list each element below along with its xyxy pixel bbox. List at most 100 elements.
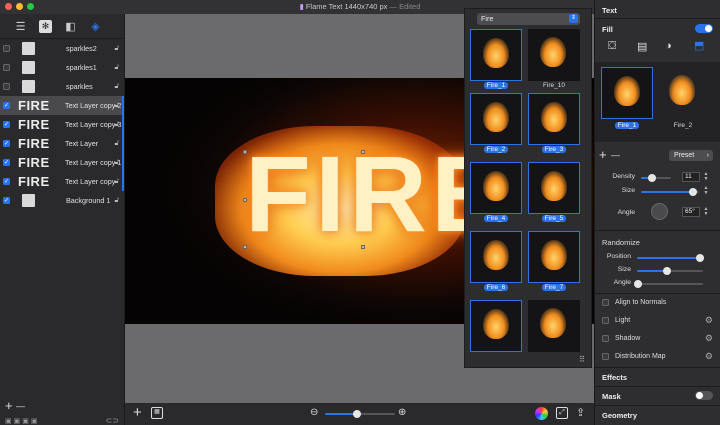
option-checkbox[interactable] (602, 317, 609, 324)
layer-visibility-checkbox[interactable] (3, 83, 10, 90)
layer-row[interactable]: ✓ FIRE Text Layer copy 1 🔓︎ (0, 153, 124, 172)
paint-bucket-icon[interactable]: ⛋ (608, 40, 616, 53)
flame-thumbnail (541, 240, 567, 270)
gradient-icon[interactable]: ◑ (665, 40, 672, 52)
density-slider[interactable] (641, 174, 671, 182)
selection-handle[interactable] (243, 150, 247, 154)
rand-angle-slider[interactable] (634, 280, 703, 288)
layer-row[interactable]: ✓ FIRE Text Layer copy 🔓︎ (0, 172, 124, 191)
brush-cell[interactable] (528, 162, 580, 214)
add-icon[interactable]: + (133, 404, 142, 421)
option-row[interactable]: Shadow (602, 335, 640, 342)
layer-row[interactable]: sparkles1 🔓︎ (0, 58, 124, 77)
brush-icon[interactable]: ⬒ (694, 39, 704, 52)
layer-visibility-checkbox[interactable]: ✓ (3, 121, 10, 128)
layer-visibility-checkbox[interactable] (3, 45, 10, 52)
lock-icon[interactable]: 🔓︎ (114, 44, 119, 53)
selection-handle[interactable] (243, 245, 247, 249)
share-icon[interactable]: ⇪ (576, 406, 585, 419)
layer-visibility-checkbox[interactable]: ✓ (3, 140, 10, 147)
rand-position-slider[interactable] (637, 254, 704, 262)
brush-cell[interactable] (470, 231, 522, 283)
category-select[interactable]: Fire ⇕ (477, 13, 580, 25)
angle-field[interactable]: 65° (682, 207, 700, 217)
lock-icon[interactable]: 🔓︎ (114, 158, 119, 167)
brush-fire-2[interactable] (657, 67, 709, 119)
lock-icon[interactable]: 🔓︎ (114, 63, 119, 72)
stack-icon[interactable]: ◈ (89, 20, 102, 33)
settings-icon[interactable]: ✻ (39, 19, 52, 33)
size-slider[interactable] (641, 188, 699, 196)
remove-layer-button[interactable]: — (16, 401, 25, 411)
brush-fire-1[interactable] (601, 67, 653, 119)
zoom-in-icon[interactable]: ⊕ (398, 407, 406, 418)
lock-icon[interactable]: 🔓︎ (114, 139, 119, 148)
brush-cell[interactable] (528, 29, 580, 81)
effects-header[interactable]: Effects (602, 373, 627, 382)
option-row[interactable]: Light (602, 317, 630, 324)
angle-stepper[interactable]: ▲ ▼ (703, 207, 709, 217)
option-checkbox[interactable] (602, 299, 609, 306)
brush-cell[interactable] (470, 29, 522, 81)
layer-row[interactable]: sparkles 🔓︎ (0, 77, 124, 96)
option-checkbox[interactable] (602, 335, 609, 342)
size-stepper[interactable]: ▲ ▼ (703, 186, 709, 196)
density-stepper[interactable]: ▲ ▼ (703, 172, 709, 182)
selection-handle[interactable] (361, 150, 365, 154)
brush-cell-label: Fire_4 (483, 215, 509, 222)
gear-icon[interactable]: ⚙ (705, 351, 713, 362)
preset-button[interactable]: Preset › (669, 150, 713, 161)
zoom-slider[interactable] (325, 410, 395, 418)
option-row[interactable]: Distribution Map (602, 353, 666, 360)
layer-visibility-checkbox[interactable]: ✓ (3, 102, 10, 109)
layer-row[interactable]: ✓ FIRE Text Layer 🔓︎ (0, 134, 124, 153)
brush-cell[interactable] (470, 300, 522, 352)
add-layer-button[interactable]: + (5, 398, 13, 413)
layer-thumbnail: FIRE (18, 136, 50, 151)
layer-actions-icon[interactable]: ▣▣▣▣ (5, 417, 39, 425)
density-field[interactable]: 11 (682, 172, 700, 182)
layer-row[interactable]: ✓ Background 1 🔓︎ (0, 191, 124, 210)
divider (595, 367, 720, 368)
panel-toolbar: ☰ ✻ ◧ ◈ (0, 14, 124, 39)
link-icon[interactable]: ⊂⊃ (106, 416, 119, 425)
grid-size-icon[interactable]: ⠿ (579, 355, 585, 364)
shapes-icon[interactable]: ◧ (64, 20, 77, 33)
layers-list-icon[interactable]: ☰ (14, 20, 27, 33)
lock-icon[interactable]: 🔓︎ (114, 120, 119, 129)
layer-row[interactable]: sparkles2 🔓︎ (0, 39, 124, 58)
layer-visibility-checkbox[interactable]: ✓ (3, 197, 10, 204)
selection-handle[interactable] (361, 245, 365, 249)
brush-cell[interactable] (528, 300, 580, 352)
brush-cell[interactable] (528, 231, 580, 283)
rand-size-slider[interactable] (637, 267, 703, 275)
angle-dial[interactable] (651, 203, 668, 220)
option-checkbox[interactable] (602, 353, 609, 360)
lock-icon[interactable]: 🔓︎ (114, 101, 119, 110)
brush-cell[interactable] (470, 162, 522, 214)
color-wheel-icon[interactable] (535, 407, 548, 420)
layer-visibility-checkbox[interactable]: ✓ (3, 178, 10, 185)
lock-icon[interactable]: 🔓︎ (114, 196, 119, 205)
fill-toggle[interactable] (695, 24, 713, 33)
gear-icon[interactable]: ⚙ (705, 333, 713, 344)
grid-icon[interactable]: ▦ (151, 407, 163, 419)
remove-brush-button[interactable]: — (611, 150, 620, 160)
resize-icon[interactable]: ⤢ (556, 407, 568, 419)
layer-visibility-checkbox[interactable] (3, 64, 10, 71)
brush-cell[interactable] (528, 93, 580, 145)
layer-row[interactable]: ✓ FIRE Text Layer copy 3 🔓︎ (0, 115, 124, 134)
geometry-header[interactable]: Geometry (602, 411, 637, 420)
layer-row[interactable]: ✓ FIRE Text Layer copy 2 🔓︎ (0, 96, 124, 115)
gear-icon[interactable]: ⚙ (705, 315, 713, 326)
brush-cell[interactable] (470, 93, 522, 145)
add-brush-button[interactable]: + (599, 147, 607, 162)
lock-icon[interactable]: 🔓︎ (114, 177, 119, 186)
layer-visibility-checkbox[interactable]: ✓ (3, 159, 10, 166)
selection-handle[interactable] (243, 198, 247, 202)
mask-toggle[interactable] (695, 391, 713, 400)
zoom-out-icon[interactable]: ⊖ (310, 407, 318, 418)
pattern-icon[interactable]: ▤ (637, 40, 647, 53)
lock-icon[interactable]: 🔓︎ (114, 82, 119, 91)
option-row[interactable]: Align to Normals (602, 299, 666, 306)
